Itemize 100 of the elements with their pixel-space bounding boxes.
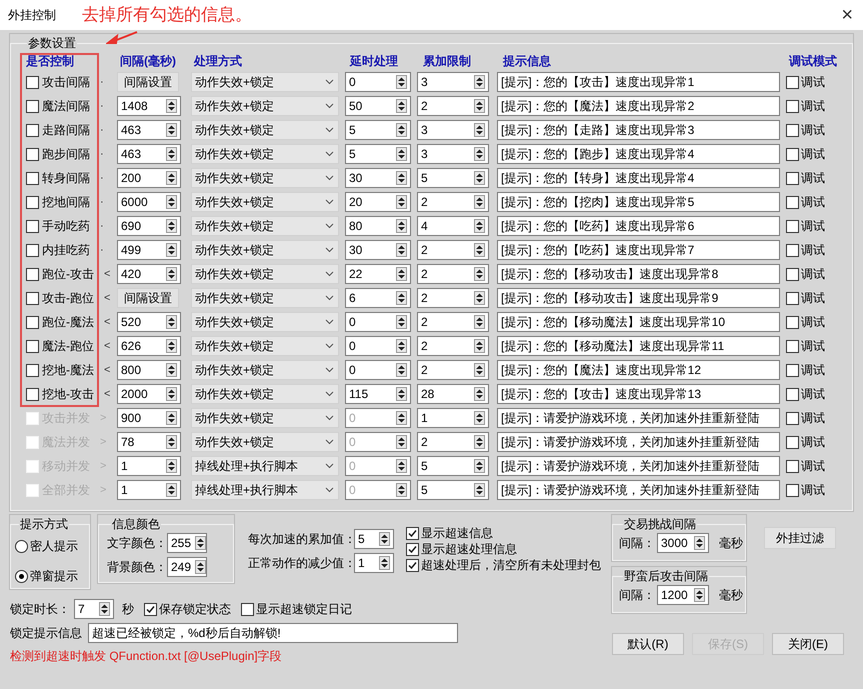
dropdown[interactable]: 动作失效+锁定 <box>191 264 339 284</box>
number-field[interactable]: 30 <box>345 240 411 260</box>
interval-button[interactable]: 间隔设置 <box>117 72 179 92</box>
number-field[interactable]: 200 <box>117 168 181 188</box>
number-field[interactable]: 520 <box>117 312 181 332</box>
dropdown[interactable]: 动作失效+锁定 <box>191 216 339 236</box>
number-field[interactable]: 626 <box>117 336 181 356</box>
number-field[interactable]: 420 <box>117 264 181 284</box>
row-label: 挖地间隔 <box>42 194 90 211</box>
number-field[interactable]: 1 <box>354 553 394 573</box>
number-field[interactable]: 7 <box>74 599 114 619</box>
dropdown[interactable]: 动作失效+锁定 <box>191 312 339 332</box>
row-marker: · <box>100 218 104 234</box>
radio-label: 密人提示 <box>30 538 78 555</box>
number-field[interactable]: 2 <box>417 288 489 308</box>
number-field[interactable]: 255 <box>167 533 207 553</box>
number-field[interactable]: 50 <box>345 96 411 116</box>
number-field[interactable]: 2 <box>417 336 489 356</box>
row-label: 走路间隔 <box>42 122 90 139</box>
tip-field[interactable]: [提示]：您的【魔法】速度出现异常2 <box>497 96 780 116</box>
dropdown[interactable]: 动作失效+锁定 <box>191 384 339 404</box>
number-field[interactable]: 20 <box>345 192 411 212</box>
number-field[interactable]: 2 <box>417 240 489 260</box>
tip-field[interactable]: [提示]：您的【吃药】速度出现异常6 <box>497 216 780 236</box>
number-field[interactable]: 5 <box>345 144 411 164</box>
number-field[interactable]: 499 <box>117 240 181 260</box>
number-field[interactable]: 463 <box>117 144 181 164</box>
number-field[interactable]: 5 <box>354 529 394 549</box>
number-field[interactable]: 0 <box>345 336 411 356</box>
number-field[interactable]: 6000 <box>117 192 181 212</box>
field-label: 锁定时长： <box>10 601 70 618</box>
dropdown[interactable]: 动作失效+锁定 <box>191 120 339 140</box>
close-button[interactable]: × <box>841 5 853 25</box>
group-title: 参数设置 <box>27 35 77 52</box>
number-field[interactable]: 0 <box>345 360 411 380</box>
number-field[interactable]: 2 <box>417 96 489 116</box>
number-field[interactable]: 3 <box>417 72 489 92</box>
dropdown[interactable]: 动作失效+锁定 <box>191 360 339 380</box>
tip-field[interactable]: [提示]：您的【移动魔法】速度出现异常10 <box>497 312 780 332</box>
number-field[interactable]: 4 <box>417 216 489 236</box>
number-field[interactable]: 3000 <box>657 533 709 553</box>
checkbox-label: 调试 <box>801 170 825 187</box>
number-field[interactable]: 115 <box>345 384 411 404</box>
number-field[interactable]: 463 <box>117 120 181 140</box>
number-field[interactable]: 2 <box>417 192 489 212</box>
tip-field[interactable]: [提示]：您的【移动攻击】速度出现异常9 <box>497 288 780 308</box>
number-field[interactable]: 2000 <box>117 384 181 404</box>
checkbox-label: 显示超速信息 <box>421 525 493 542</box>
row-marker: · <box>100 170 104 186</box>
number-field[interactable]: 800 <box>117 360 181 380</box>
tip-field[interactable]: [提示]：您的【转身】速度出现异常4 <box>497 168 780 188</box>
tip-field[interactable]: [提示]：您的【攻击】速度出现异常13 <box>497 384 780 404</box>
number-field[interactable]: 6 <box>345 288 411 308</box>
dropdown[interactable]: 动作失效+锁定 <box>191 336 339 356</box>
row-label: 转身间隔 <box>42 170 90 187</box>
dropdown[interactable]: 动作失效+锁定 <box>191 240 339 260</box>
row-label: 挖地-魔法 <box>42 362 94 379</box>
dropdown[interactable]: 动作失效+锁定 <box>191 72 339 92</box>
lock-message-field[interactable]: 超速已经被锁定，%d秒后自动解锁! <box>88 623 458 643</box>
dropdown[interactable]: 动作失效+锁定 <box>191 96 339 116</box>
number-field[interactable]: 28 <box>417 384 489 404</box>
dropdown[interactable]: 动作失效+锁定 <box>191 192 339 212</box>
number-field[interactable]: 2 <box>417 264 489 284</box>
number-field[interactable]: 1408 <box>117 96 181 116</box>
column-header: 是否控制 <box>25 53 75 70</box>
number-field[interactable]: 0 <box>345 312 411 332</box>
number-field[interactable]: 5 <box>417 168 489 188</box>
tip-field[interactable]: [提示]：您的【吃药】速度出现异常7 <box>497 240 780 260</box>
number-field[interactable]: 30 <box>345 168 411 188</box>
dropdown[interactable]: 动作失效+锁定 <box>191 288 339 308</box>
number-field[interactable]: 5 <box>345 120 411 140</box>
unit-label: 毫秒 <box>719 587 743 604</box>
number-field[interactable]: 3 <box>417 120 489 140</box>
number-field[interactable]: 249 <box>167 557 207 577</box>
number-field[interactable]: 22 <box>345 264 411 284</box>
number-field[interactable]: 1200 <box>657 585 709 605</box>
tip-field[interactable]: [提示]：您的【攻击】速度出现异常1 <box>497 72 780 92</box>
tip-field[interactable]: [提示]：您的【挖肉】速度出现异常5 <box>497 192 780 212</box>
row-label: 跑步间隔 <box>42 146 90 163</box>
dialog-button[interactable]: 默认(R) <box>612 633 684 655</box>
checkbox-label: 显示超速锁定日记 <box>256 601 352 618</box>
dialog-button[interactable]: 关闭(E) <box>772 633 844 655</box>
tip-field[interactable]: [提示]：您的【魔法】速度出现异常12 <box>497 360 780 380</box>
dropdown[interactable]: 动作失效+锁定 <box>191 168 339 188</box>
number-field[interactable]: 690 <box>117 216 181 236</box>
checkbox-label: 调试 <box>801 386 825 403</box>
number-field[interactable]: 3 <box>417 144 489 164</box>
number-field[interactable]: 2 <box>417 360 489 380</box>
tip-field[interactable]: [提示]：您的【移动魔法】速度出现异常11 <box>497 336 780 356</box>
unit-label: 秒 <box>122 601 134 618</box>
number-field[interactable]: 2 <box>417 312 489 332</box>
interval-button[interactable]: 间隔设置 <box>117 288 179 308</box>
tip-field[interactable]: [提示]：您的【跑步】速度出现异常4 <box>497 144 780 164</box>
filter-button[interactable]: 外挂过滤 <box>764 527 836 549</box>
number-field[interactable]: 80 <box>345 216 411 236</box>
dropdown[interactable]: 动作失效+锁定 <box>191 144 339 164</box>
tip-field[interactable]: [提示]：您的【走路】速度出现异常3 <box>497 120 780 140</box>
row-label: 挖地-攻击 <box>42 386 94 403</box>
tip-field[interactable]: [提示]：您的【移动攻击】速度出现异常8 <box>497 264 780 284</box>
number-field[interactable]: 0 <box>345 72 411 92</box>
